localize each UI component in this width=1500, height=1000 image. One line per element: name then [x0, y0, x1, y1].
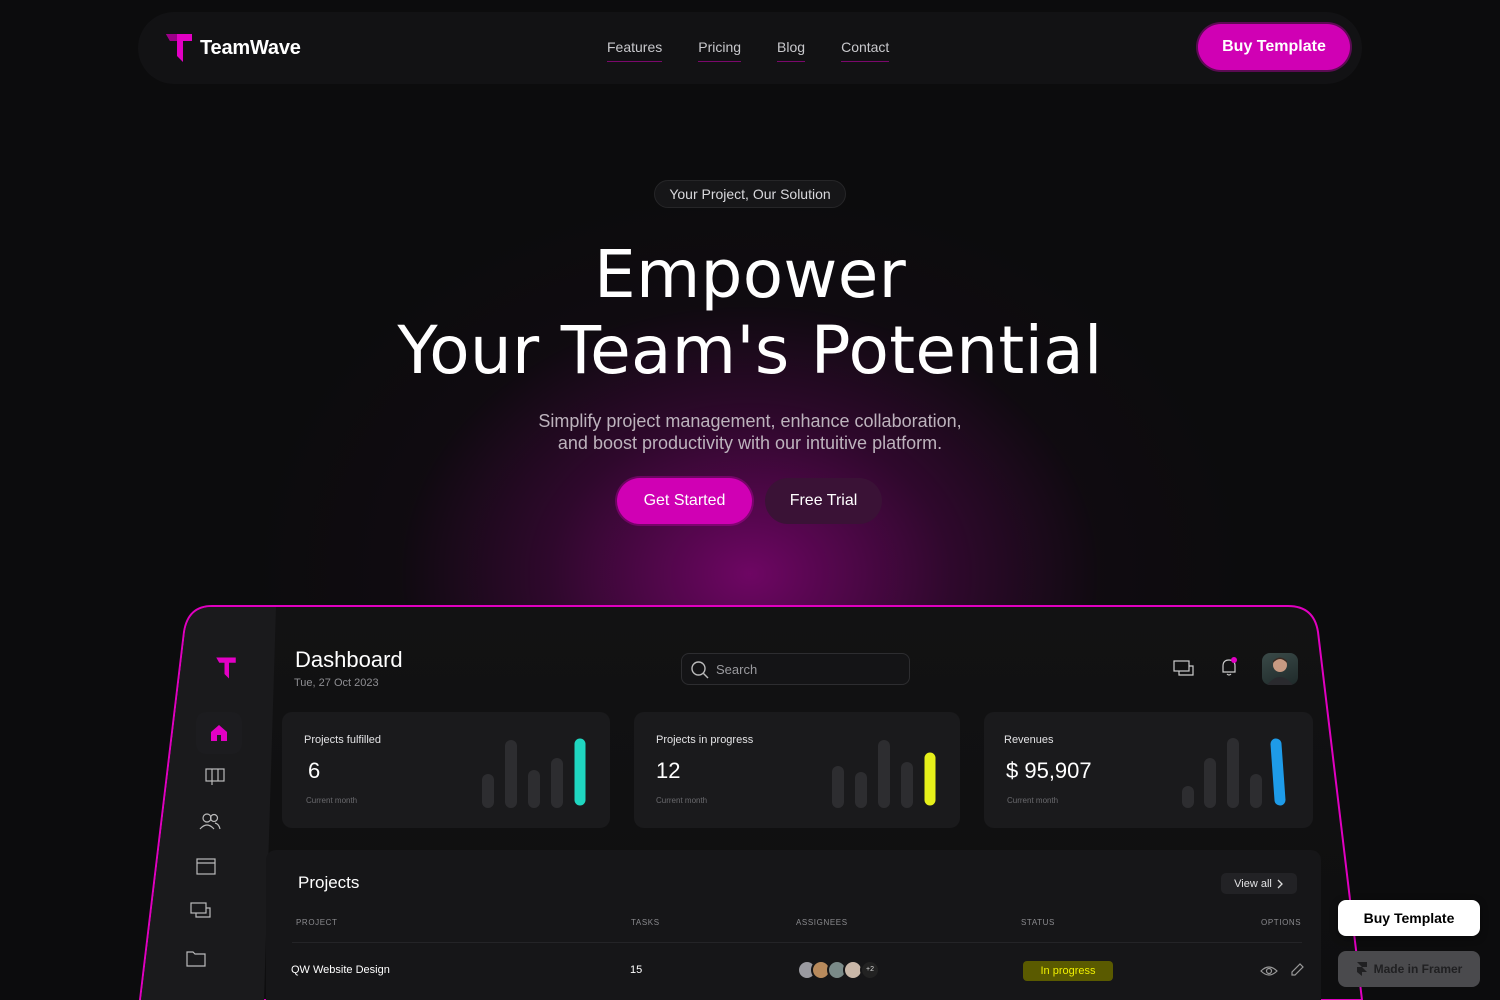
- card-value: 12: [656, 758, 681, 783]
- user-avatar[interactable]: [1262, 653, 1298, 685]
- home-icon: [211, 725, 227, 741]
- mini-bar-chart: [1182, 738, 1286, 808]
- search-input[interactable]: Search: [681, 653, 910, 685]
- edit-icon[interactable]: [1290, 963, 1304, 977]
- card-label: Projects fulfilled: [304, 734, 382, 746]
- stat-card-revenues: Revenues $ 95,907 Current month: [984, 712, 1313, 828]
- view-all-label: View all: [1234, 877, 1272, 890]
- card-value: $ 95,907: [1006, 758, 1092, 783]
- col-header-tasks: TASKS: [631, 918, 660, 927]
- card-label: Revenues: [1004, 734, 1054, 746]
- status-badge: In progress: [1023, 961, 1113, 981]
- projects-title: Projects: [298, 873, 360, 892]
- row-tasks: 15: [630, 964, 643, 976]
- board-icon[interactable]: [205, 768, 225, 786]
- folder-icon[interactable]: [186, 950, 206, 967]
- search-icon: [691, 661, 709, 679]
- made-in-framer-label: Made in Framer: [1373, 962, 1463, 976]
- assignee-avatars[interactable]: +2: [797, 960, 887, 982]
- view-all-button[interactable]: View all: [1221, 873, 1297, 894]
- dashboard-title: Dashboard: [295, 647, 403, 672]
- card-value: 6: [308, 758, 321, 783]
- mini-bar-chart: [832, 740, 936, 808]
- card-note: Current month: [1007, 796, 1059, 805]
- made-in-framer-badge[interactable]: Made in Framer: [1338, 951, 1480, 987]
- col-header-project: PROJECT: [296, 918, 338, 927]
- table-divider: [292, 942, 1302, 943]
- chevron-right-icon: [1277, 879, 1283, 888]
- sidebar-logo-icon[interactable]: [214, 656, 238, 680]
- card-note: Current month: [306, 796, 358, 805]
- card-note: Current month: [656, 796, 708, 805]
- calendar-icon[interactable]: [196, 857, 216, 875]
- stat-card-fulfilled: Projects fulfilled 6 Current month: [282, 712, 610, 828]
- col-header-assignees: ASSIGNEES: [796, 918, 848, 927]
- assignees-more-count: +2: [860, 960, 880, 980]
- col-header-status: STATUS: [1021, 918, 1055, 927]
- stat-card-in-progress: Projects in progress 12 Current month: [634, 712, 960, 828]
- framer-buy-template-button[interactable]: Buy Template: [1338, 900, 1480, 936]
- mini-bar-chart: [482, 738, 586, 808]
- team-icon[interactable]: [199, 812, 221, 830]
- dashboard-date: Tue, 27 Oct 2023: [294, 677, 379, 689]
- bell-icon[interactable]: [1219, 656, 1241, 678]
- row-project-name[interactable]: QW Website Design: [291, 964, 390, 976]
- projects-panel: [266, 850, 1321, 1000]
- search-placeholder: Search: [716, 662, 758, 677]
- framer-logo-icon: [1356, 962, 1367, 976]
- chat-icon[interactable]: [1173, 660, 1195, 678]
- messages-icon[interactable]: [190, 902, 212, 920]
- sidebar-item-home[interactable]: [196, 712, 242, 754]
- card-label: Projects in progress: [656, 734, 754, 746]
- eye-icon[interactable]: [1260, 964, 1278, 978]
- col-header-options: OPTIONS: [1261, 918, 1302, 927]
